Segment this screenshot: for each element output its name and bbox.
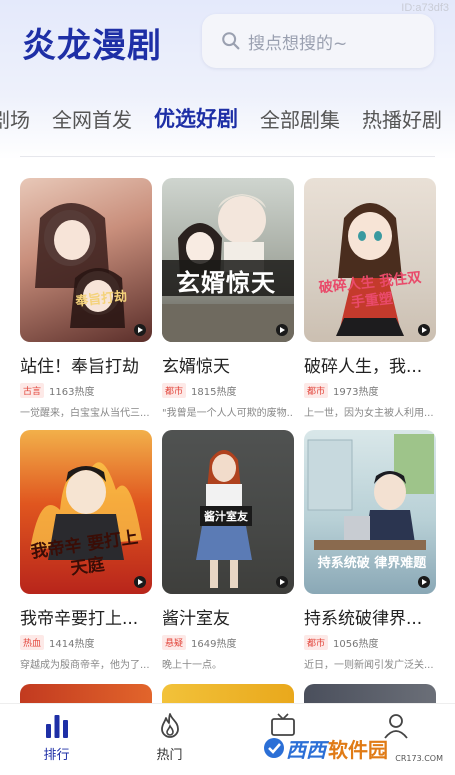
watermark-brand: 西西 [286, 737, 326, 762]
drama-card[interactable]: 玄婿惊天 玄婿惊天 都市 1815热度 "我曾是一个人人可欺的废物... [162, 178, 294, 419]
poster-caption: 玄婿惊天 [176, 269, 276, 297]
site-watermark: 西西 软件园 CR173.COM [262, 728, 447, 768]
drama-poster[interactable]: 破碎人生 我住双手重塑 [304, 178, 436, 342]
drama-card[interactable]: 持系统破 律界难题 持系统破律界... 都市 1056热度 近日，一则新闻引发广… [304, 430, 436, 671]
tabs-divider [20, 156, 435, 157]
play-icon [276, 576, 288, 588]
genre-tag: 古言 [20, 383, 45, 398]
drama-poster-peek[interactable] [304, 684, 436, 704]
app-title: 炎龙漫剧 [22, 26, 162, 66]
search-placeholder: 搜点想搜的~ [248, 33, 348, 54]
tab-selected-dramas[interactable]: 优选好剧 [154, 103, 238, 133]
play-icon [134, 324, 146, 336]
search-icon [222, 32, 240, 50]
drama-title: 破碎人生，我... [304, 357, 423, 377]
play-icon [418, 576, 430, 588]
play-icon [134, 576, 146, 588]
watermark-url: CR173.COM [395, 754, 443, 763]
drama-card[interactable]: 我帝辛 要打上天庭 我帝辛要打上... 热血 1414热度 穿越成为殷商帝辛，他… [20, 430, 152, 671]
tab-hot-dramas[interactable]: 热播好剧 [362, 104, 442, 133]
drama-title: 我帝辛要打上... [20, 609, 139, 629]
drama-poster-peek[interactable] [20, 684, 152, 704]
tab-network-premiere[interactable]: 全网首发 [52, 104, 132, 133]
drama-description: "我曾是一个人人可欺的废物... [162, 408, 294, 419]
id-label: ID:a73df3 [401, 2, 449, 14]
poster-art [35, 203, 125, 328]
nav-ranking-label: 排行 [43, 748, 70, 763]
drama-description: 晚上十一点。 [162, 660, 222, 671]
poster-caption: 持系统破 律界难题 [317, 556, 427, 571]
drama-description: 近日，一则新闻引发广泛关... [304, 660, 434, 671]
drama-poster[interactable]: 玄婿惊天 [162, 178, 294, 342]
heat-count: 1815热度 [191, 387, 237, 398]
drama-title: 酱汁室友 [162, 609, 230, 629]
genre-tag: 都市 [304, 635, 329, 650]
drama-title: 站住！奉旨打劫 [20, 357, 139, 377]
drama-description: 上一世，因为女主被人利用... [304, 408, 434, 419]
watermark-brand-suffix: 软件园 [328, 737, 388, 762]
heat-count: 1414热度 [49, 639, 95, 650]
genre-tag: 都市 [304, 383, 329, 398]
drama-poster[interactable]: 酱汁室友 [162, 430, 294, 594]
nav-hot[interactable]: 热门 [113, 704, 226, 775]
drama-poster[interactable]: 奉旨打劫 [20, 178, 152, 342]
drama-description: 一觉醒来，白宝宝从当代三... [20, 408, 150, 419]
fire-icon [160, 713, 179, 738]
play-icon [418, 324, 430, 336]
drama-poster-peek[interactable] [162, 684, 294, 704]
poster-caption: 酱汁室友 [200, 506, 252, 526]
nav-ranking[interactable]: 排行 [0, 704, 113, 775]
heat-count: 1056热度 [333, 639, 379, 650]
category-tabs: 剧场 全网首发 优选好剧 全部剧集 热播好剧 [0, 100, 442, 136]
drama-description: 穿越成为殷商帝辛，他为了... [20, 660, 150, 671]
brand-logo-icon [264, 738, 284, 758]
ranking-icon [45, 715, 68, 738]
tab-theater[interactable]: 剧场 [0, 104, 30, 133]
drama-title: 玄婿惊天 [162, 357, 230, 377]
genre-tag: 都市 [162, 383, 187, 398]
drama-card[interactable]: 酱汁室友 酱汁室友 悬疑 1649热度 晚上十一点。 [162, 430, 294, 671]
drama-poster[interactable]: 我帝辛 要打上天庭 [20, 430, 152, 594]
heat-count: 1649热度 [191, 639, 237, 650]
drama-poster[interactable]: 持系统破 律界难题 [304, 430, 436, 594]
tab-all-series[interactable]: 全部剧集 [260, 104, 340, 133]
heat-count: 1163热度 [49, 387, 95, 398]
genre-tag: 热血 [20, 635, 45, 650]
drama-card[interactable]: 奉旨打劫 站住！奉旨打劫 古言 1163热度 一觉醒来，白宝宝从当代三... [20, 178, 152, 419]
nav-hot-label: 热门 [156, 748, 183, 763]
poster-art [162, 194, 294, 342]
heat-count: 1973热度 [333, 387, 379, 398]
genre-tag: 悬疑 [162, 635, 187, 650]
play-icon [276, 324, 288, 336]
search-input[interactable]: 搜点想搜的~ [202, 14, 434, 68]
drama-title: 持系统破律界... [304, 609, 423, 629]
poster-art [336, 203, 404, 336]
drama-card[interactable]: 破碎人生 我住双手重塑 破碎人生，我... 都市 1973热度 上一世，因为女主… [304, 178, 436, 419]
